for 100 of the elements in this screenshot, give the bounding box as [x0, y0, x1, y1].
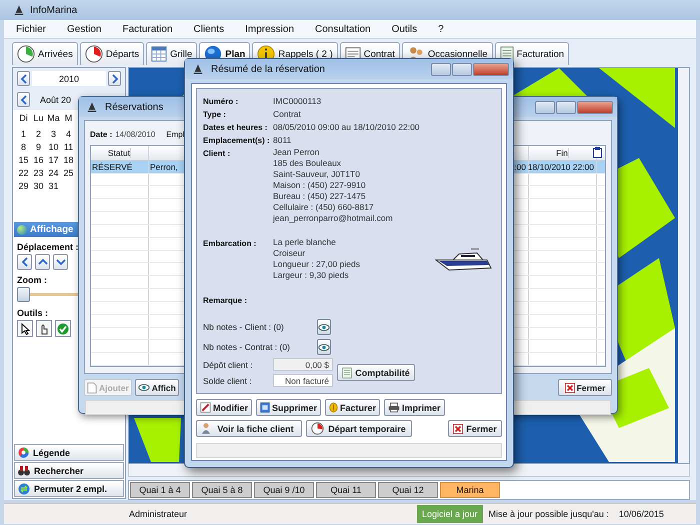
calendar-day[interactable]: 25	[63, 168, 74, 178]
table-cell: RÉSERVÉ	[92, 162, 132, 172]
calendar-day[interactable]: 16	[33, 155, 44, 165]
column-header[interactable]: Fin	[556, 148, 569, 158]
sidebar-button[interactable]: Légende	[14, 444, 124, 461]
close-button[interactable]: Fermer	[448, 420, 502, 437]
scrollbar[interactable]	[678, 68, 689, 463]
calendar-day[interactable]: 31	[48, 181, 58, 191]
year-field[interactable]: 2010	[32, 71, 106, 86]
menu-item[interactable]: Impression	[245, 24, 294, 34]
calendar-day[interactable]: 22	[18, 168, 28, 178]
globe-icon	[17, 224, 27, 234]
maximize-button[interactable]	[452, 62, 472, 76]
sidebar-button[interactable]: Permuter 2 empl.	[14, 480, 124, 497]
tab[interactable]: Facturation	[494, 42, 570, 65]
view-notes-button[interactable]	[317, 339, 331, 355]
nav-button[interactable]	[108, 71, 121, 86]
close-button[interactable]: Fermer	[558, 379, 612, 396]
field-label: Client :	[203, 148, 232, 160]
calendar-day[interactable]: 1	[20, 129, 26, 139]
nav-button[interactable]	[35, 254, 50, 270]
calendar-day[interactable]: 18	[63, 155, 74, 165]
maximize-button[interactable]	[556, 100, 576, 114]
calendar-day[interactable]: 29	[18, 181, 28, 191]
calendar-day[interactable]: 3	[50, 129, 56, 139]
menu-item[interactable]: ?	[438, 24, 444, 34]
check-icon	[57, 322, 69, 334]
calendar-day[interactable]: 15	[18, 155, 28, 165]
eye-icon	[318, 322, 330, 332]
field-label: Zoom :	[16, 274, 48, 287]
grid-icon	[151, 46, 168, 62]
action-button[interactable]: Imprimer	[384, 399, 445, 416]
notes-count: Nb notes - Client : (0)	[203, 322, 285, 332]
field-value: Maison : (450) 227-9910	[273, 180, 367, 191]
nav-button[interactable]	[17, 92, 30, 107]
tab[interactable]: Grille	[146, 42, 198, 65]
action-button[interactable]: Supprimer	[256, 399, 322, 416]
minimize-button[interactable]	[535, 100, 555, 114]
calendar-day[interactable]: 4	[66, 129, 71, 139]
menu-item[interactable]: Facturation	[122, 24, 173, 34]
view-notes-button[interactable]	[317, 319, 331, 335]
calendar-day[interactable]: 23	[33, 168, 44, 178]
table-cell: 18/10/2010 22:00	[528, 162, 594, 172]
sail-icon	[14, 4, 24, 16]
window-title: Résumé de la réservation	[211, 64, 325, 74]
binoculars-icon	[18, 465, 30, 476]
menu-item[interactable]: Consultation	[315, 24, 371, 34]
calendar-day[interactable]: 11	[64, 142, 74, 152]
action-button[interactable]: Facturer	[325, 399, 380, 416]
calendar-day[interactable]: 30	[33, 181, 44, 191]
menu-item[interactable]: Gestion	[67, 24, 102, 34]
nav-button[interactable]	[17, 71, 30, 86]
tab[interactable]: Quai 1 à 4	[130, 482, 190, 498]
amount-field[interactable]: Non facturé	[273, 374, 333, 387]
sidebar-button[interactable]: Rechercher	[14, 462, 124, 479]
close-button[interactable]	[577, 100, 613, 114]
nav-button[interactable]	[17, 254, 32, 270]
tab[interactable]: Quai 9 /10	[254, 482, 314, 498]
hand-tool[interactable]	[36, 320, 52, 337]
window-title: Réservations	[105, 102, 164, 112]
weekday-label: M	[64, 113, 72, 123]
column-header[interactable]: Statut	[108, 148, 132, 158]
tab[interactable]: Départs	[80, 42, 144, 65]
calendar-day[interactable]: 9	[36, 142, 41, 152]
menu-item[interactable]: Fichier	[16, 24, 46, 34]
color-wheel-icon	[18, 447, 29, 458]
calendar-day[interactable]: 2	[36, 129, 41, 139]
slider-thumb[interactable]	[17, 287, 30, 302]
view-button[interactable]: Affich	[134, 379, 179, 396]
menu-item[interactable]: Outils	[392, 24, 418, 34]
menu-item[interactable]: Clients	[194, 24, 224, 34]
calendar-day[interactable]: 8	[20, 142, 26, 152]
accounting-button[interactable]: Comptabilité	[337, 364, 415, 381]
pointer-tool[interactable]	[17, 320, 33, 337]
tab[interactable]: Quai 11	[316, 482, 376, 498]
action-button[interactable]: Départ temporaire	[306, 420, 412, 437]
tab[interactable]: Arrivées	[12, 42, 78, 65]
tab[interactable]: Quai 5 à 8	[192, 482, 252, 498]
close-button[interactable]	[473, 62, 509, 76]
nav-button[interactable]	[53, 254, 68, 270]
minimize-button[interactable]	[431, 62, 451, 76]
calendar-day[interactable]: 17	[48, 155, 58, 165]
tab[interactable]: Quai 12	[378, 482, 438, 498]
calendar-day[interactable]: 10	[48, 142, 58, 152]
amount-field[interactable]: 0,00 $	[273, 358, 333, 371]
check-tool[interactable]	[55, 320, 71, 337]
tab[interactable]: Marina	[440, 482, 500, 498]
action-button[interactable]: Voir la fiche client	[196, 420, 302, 437]
action-button[interactable]: Modifier	[196, 399, 252, 416]
field-label: Dépôt client :	[203, 360, 254, 370]
date-value: 14/08/2010	[115, 130, 156, 138]
field-value: Largeur : 9,30 pieds	[273, 270, 350, 281]
page-icon	[87, 382, 97, 394]
close-icon	[564, 382, 575, 392]
document-icon	[260, 402, 270, 413]
clock-icon	[17, 45, 35, 63]
field-value: IMC0000113	[273, 95, 322, 108]
calendar-day[interactable]: 24	[48, 168, 58, 178]
chevron-left-icon	[20, 94, 28, 104]
field-value: jean_perronparro@hotmail.com	[273, 213, 393, 224]
